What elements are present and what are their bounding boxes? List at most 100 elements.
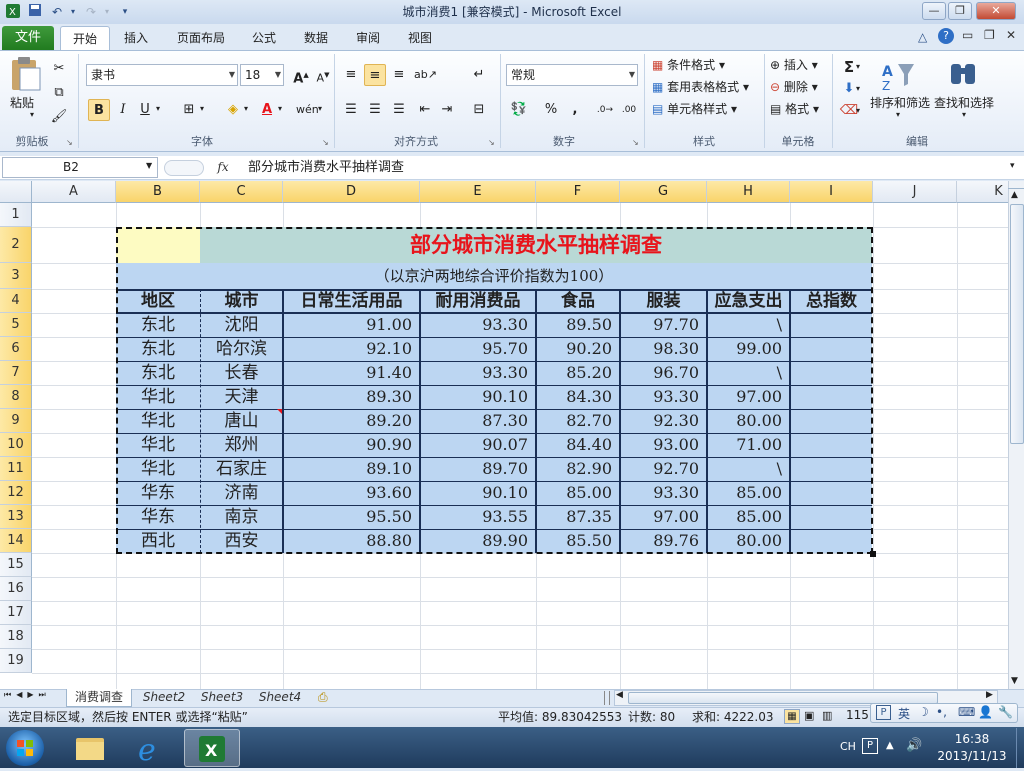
tab-view[interactable]: 视图 (396, 26, 444, 50)
status-sum[interactable]: 求和: 4222.03 (692, 708, 773, 725)
scroll-right-icon[interactable]: ▶ (986, 690, 993, 700)
sheet-tab[interactable]: Sheet2 (138, 689, 190, 707)
excel-taskbar-icon[interactable]: X (184, 729, 240, 767)
workbook-restore-icon[interactable]: ❐ (984, 28, 995, 42)
sort-filter-icon[interactable]: AZ (880, 58, 916, 93)
paste-icon[interactable] (8, 56, 44, 92)
number-format-combo[interactable]: 常规 ▼ (506, 64, 638, 86)
underline-button[interactable]: U (134, 99, 156, 121)
row-header[interactable]: 3 (0, 263, 32, 289)
align-right-icon[interactable]: ☰ (388, 99, 410, 121)
clear-dropdown-icon[interactable]: ▾ (856, 106, 860, 115)
select-all-corner[interactable] (0, 181, 32, 203)
tab-file[interactable]: 文件 (2, 26, 54, 50)
sheet-tab[interactable]: Sheet4 (254, 689, 306, 707)
clipboard-launcher-icon[interactable]: ↘ (66, 138, 73, 147)
column-header[interactable]: B (116, 181, 200, 203)
increase-font-icon[interactable]: A▲ (290, 64, 312, 86)
column-header[interactable]: C (200, 181, 283, 203)
column-header[interactable]: K (957, 181, 1008, 203)
column-header[interactable]: I (790, 181, 873, 203)
ime-punct-icon[interactable]: •, (936, 705, 947, 719)
bold-button[interactable]: B (88, 99, 110, 121)
row-header[interactable]: 8 (0, 385, 32, 409)
cell-styles-button[interactable]: ▤ 单元格样式 ▾ (652, 100, 737, 118)
row-header[interactable]: 2 (0, 227, 32, 263)
fill-color-icon[interactable]: ◈ (222, 99, 244, 121)
conditional-formatting-button[interactable]: ▦ 条件格式 ▾ (652, 56, 725, 74)
insert-sheet-icon[interactable]: ⎙ (318, 690, 328, 705)
percent-style-icon[interactable]: % (540, 99, 562, 121)
status-average[interactable]: 平均值: 89.83042553 (498, 708, 622, 725)
format-as-table-button[interactable]: ▦ 套用表格格式 ▾ (652, 78, 749, 96)
comment-indicator[interactable] (277, 409, 282, 414)
scroll-down-icon[interactable]: ▼ (1011, 676, 1018, 686)
decrease-indent-icon[interactable]: ⇤ (414, 99, 436, 121)
row-header[interactable]: 7 (0, 361, 32, 385)
ie-taskbar-icon[interactable]: e (128, 730, 172, 768)
cut-icon[interactable]: ✂ (48, 58, 70, 80)
row-header[interactable]: 4 (0, 289, 32, 313)
volume-icon[interactable]: 🔊 (906, 738, 922, 753)
clock-time[interactable]: 16:38 (944, 732, 1000, 746)
format-cells-button[interactable]: ▤ 格式 ▾ (770, 100, 819, 118)
ime-keyboard-icon[interactable]: ⌨ (958, 705, 975, 719)
font-name-combo[interactable]: 隶书 ▼ (86, 64, 238, 86)
align-bottom-icon[interactable]: ≡ (388, 64, 410, 86)
tab-formulas[interactable]: 公式 (240, 26, 288, 50)
row-header[interactable]: 1 (0, 203, 32, 227)
ime-user-icon[interactable]: 👤 (978, 705, 993, 719)
copy-icon[interactable]: ⧉ (48, 82, 70, 104)
scroll-left-icon[interactable]: ◀ (616, 690, 623, 700)
workbook-minimize-icon[interactable]: ▭ (962, 28, 973, 42)
increase-indent-icon[interactable]: ⇥ (436, 99, 458, 121)
row-header[interactable]: 11 (0, 457, 32, 481)
column-header[interactable]: J (873, 181, 957, 203)
phonetic-dropdown-icon[interactable]: ▾ (318, 104, 322, 113)
tab-page-layout[interactable]: 页面布局 (166, 26, 236, 50)
orientation-icon[interactable]: ab↗ (414, 64, 437, 86)
autosum-dropdown-icon[interactable]: ▾ (856, 62, 860, 71)
name-box[interactable]: B2 (2, 157, 158, 178)
italic-button[interactable]: I (112, 99, 134, 121)
insert-function-button[interactable]: fx (210, 157, 236, 178)
ime-settings-icon[interactable]: 🔧 (998, 705, 1013, 719)
column-header[interactable]: E (420, 181, 536, 203)
wrap-text-icon[interactable]: ↵ (468, 64, 490, 86)
page-break-view-icon[interactable]: ▥ (822, 709, 832, 722)
row-header[interactable]: 18 (0, 625, 32, 649)
accounting-format-icon[interactable]: 💱 (508, 99, 530, 121)
find-select-dropdown-icon[interactable]: ▾ (962, 110, 966, 119)
worksheet-grid[interactable]: ABCDEFGHIJK 1 2 3 4 5 6 7 8 9 10 11 12 13 14 15 16 17 18 1… (0, 181, 1008, 689)
tray-ime-icon[interactable]: P (862, 738, 878, 754)
fill-dropdown-icon[interactable]: ▾ (856, 84, 860, 93)
page-layout-view-icon[interactable]: ▣ (804, 709, 814, 722)
name-box-dropdown-icon[interactable]: ▼ (146, 161, 152, 170)
font-size-combo[interactable]: 18 ▼ (240, 64, 284, 86)
row-header[interactable]: 15 (0, 553, 32, 577)
close-button[interactable]: ✕ (976, 2, 1016, 20)
fill-color-dropdown-icon[interactable]: ▾ (244, 104, 248, 113)
align-left-icon[interactable]: ☰ (340, 99, 362, 121)
formula-content[interactable]: 部分城市消费水平抽样调查 (248, 157, 1008, 178)
tray-expand-icon[interactable]: ▲ (886, 740, 894, 751)
scroll-up-icon[interactable]: ▲ (1011, 190, 1018, 200)
row-header[interactable]: 14 (0, 529, 32, 553)
sheet-tab-active[interactable]: 消费调查 (66, 689, 132, 707)
column-header[interactable]: H (707, 181, 790, 203)
row-header[interactable]: 5 (0, 313, 32, 337)
row-header[interactable]: 10 (0, 433, 32, 457)
split-box[interactable] (1008, 181, 1024, 189)
font-color-icon[interactable]: A (256, 99, 278, 121)
zoom-level[interactable]: 115 (846, 708, 869, 722)
align-middle-icon[interactable]: ≡ (364, 64, 386, 86)
phonetic-guide-icon[interactable]: wén (296, 99, 319, 121)
increase-decimal-icon[interactable]: .0→ (594, 99, 616, 121)
underline-dropdown-icon[interactable]: ▾ (156, 104, 160, 113)
tab-review[interactable]: 审阅 (344, 26, 392, 50)
comma-style-icon[interactable]: , (564, 99, 586, 121)
format-painter-icon[interactable]: 🖌 (48, 106, 70, 128)
normal-view-icon[interactable]: ▦ (784, 709, 800, 724)
language-indicator[interactable]: CH (840, 740, 856, 753)
fill-handle[interactable] (870, 551, 876, 557)
